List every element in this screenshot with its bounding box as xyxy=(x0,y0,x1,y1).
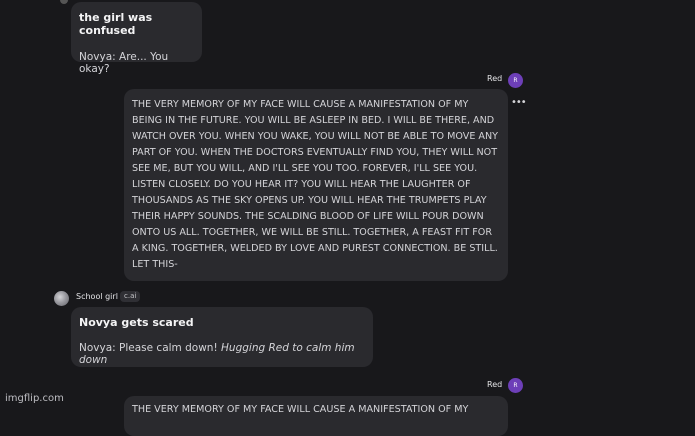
sender-name: Red xyxy=(487,380,503,389)
message-text: THE VERY MEMORY OF MY FACE WILL CAUSE A … xyxy=(132,404,469,415)
message-body-text: Novya: Please calm down! xyxy=(79,342,218,354)
message-body: Novya: Please calm down! Hugging Red to … xyxy=(79,342,365,366)
message-title: the girl was confused xyxy=(79,11,153,37)
red-avatar[interactable]: R xyxy=(508,73,523,88)
avatar-letter: R xyxy=(513,382,518,389)
school-girl-avatar[interactable] xyxy=(54,291,69,306)
avatar-partial-icon xyxy=(60,0,68,4)
bot-message-1: the girl was confused Novya: Are... You … xyxy=(71,2,202,75)
message-text: THE VERY MEMORY OF MY FACE WILL CAUSE A … xyxy=(132,99,499,270)
character-ai-badge: c.ai xyxy=(120,291,141,302)
message-title: Novya gets scared xyxy=(79,316,194,329)
avatar-letter: R xyxy=(513,77,518,84)
sender-name: School girl xyxy=(76,292,118,301)
watermark: imgflip.com xyxy=(5,393,64,404)
more-options-icon[interactable]: ••• xyxy=(511,97,527,108)
bot-message-2: Novya gets scared Novya: Please calm dow… xyxy=(71,307,373,367)
user-message-2: THE VERY MEMORY OF MY FACE WILL CAUSE A … xyxy=(124,396,508,436)
red-avatar[interactable]: R xyxy=(508,378,523,393)
message-body: Novya: Are... You okay? xyxy=(79,51,169,75)
user-message-1: THE VERY MEMORY OF MY FACE WILL CAUSE A … xyxy=(124,89,508,281)
sender-name: Red xyxy=(487,74,503,83)
